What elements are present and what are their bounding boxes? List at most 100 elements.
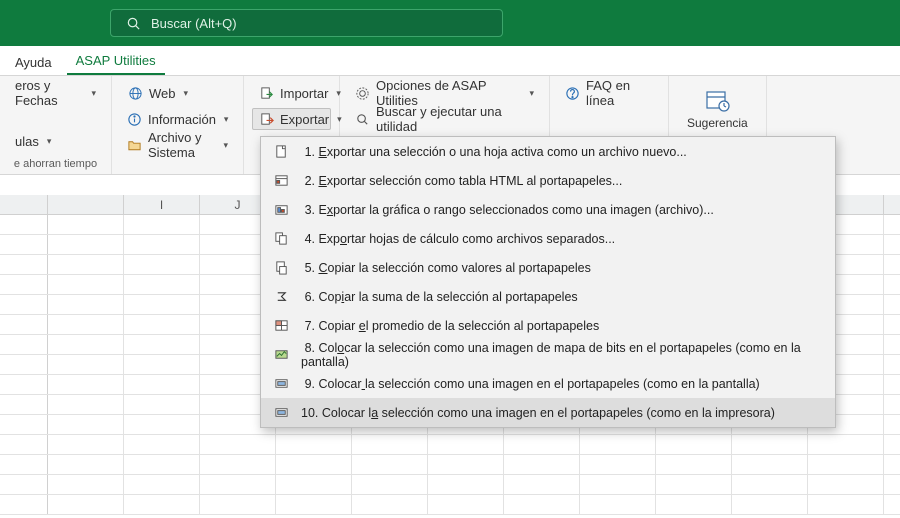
dropdown-item-5[interactable]: 5. Copiar la selección como valores al p… [261, 253, 835, 282]
grid-cell[interactable] [428, 495, 504, 514]
grid-cell[interactable] [200, 495, 276, 514]
dropdown-item-4[interactable]: 4. Exportar hojas de cálculo como archiv… [261, 224, 835, 253]
grid-cell[interactable] [808, 475, 884, 494]
grid-cell[interactable] [504, 475, 580, 494]
grid-cell[interactable] [0, 415, 48, 434]
ulas-button[interactable]: ulas▾ [8, 130, 103, 152]
exportar-button[interactable]: Exportar▾ [252, 108, 331, 130]
grid-cell[interactable] [48, 315, 124, 334]
grid-cell[interactable] [732, 495, 808, 514]
grid-cell[interactable] [276, 435, 352, 454]
grid-cell[interactable] [580, 475, 656, 494]
grid-cell[interactable] [0, 255, 48, 274]
grid-cell[interactable] [48, 435, 124, 454]
dropdown-item-7[interactable]: 7. Copiar el promedio de la selección al… [261, 311, 835, 340]
sugerencia-button[interactable]: Sugerencia [677, 82, 758, 134]
dropdown-item-6[interactable]: 6. Copiar la suma de la selección al por… [261, 282, 835, 311]
grid-cell[interactable] [580, 495, 656, 514]
grid-cell[interactable] [504, 455, 580, 474]
grid-cell[interactable] [0, 235, 48, 254]
grid-cell[interactable] [48, 255, 124, 274]
grid-cell[interactable] [48, 355, 124, 374]
grid-cell[interactable] [124, 315, 200, 334]
grid-cell[interactable] [352, 435, 428, 454]
grid-cell[interactable] [0, 375, 48, 394]
grid-cell[interactable] [200, 475, 276, 494]
grid-cell[interactable] [48, 495, 124, 514]
tab-ayuda[interactable]: Ayuda [6, 50, 61, 75]
dropdown-item-1[interactable]: 1. Exportar una selección o una hoja act… [261, 137, 835, 166]
grid-cell[interactable] [124, 335, 200, 354]
web-button[interactable]: Web▾ [120, 82, 235, 104]
grid-cell[interactable] [124, 395, 200, 414]
grid-cell[interactable] [48, 475, 124, 494]
grid-cell[interactable] [656, 495, 732, 514]
archivo-sistema-button[interactable]: Archivo y Sistema▾ [120, 134, 235, 156]
grid-cell[interactable] [124, 375, 200, 394]
grid-cell[interactable] [884, 355, 900, 374]
grid-cell[interactable] [428, 455, 504, 474]
grid-cell[interactable] [0, 435, 48, 454]
opciones-button[interactable]: Opciones de ASAP Utilities▾ [348, 82, 541, 104]
grid-cell[interactable] [124, 455, 200, 474]
grid-cell[interactable] [124, 275, 200, 294]
grid-cell[interactable] [48, 275, 124, 294]
grid-cell[interactable] [48, 375, 124, 394]
column-header[interactable] [48, 195, 124, 214]
grid-cell[interactable] [0, 315, 48, 334]
grid-cell[interactable] [124, 415, 200, 434]
grid-cell[interactable] [656, 455, 732, 474]
dropdown-item-3[interactable]: 3. Exportar la gráfica o rango seleccion… [261, 195, 835, 224]
grid-cell[interactable] [884, 215, 900, 234]
grid-cell[interactable] [884, 395, 900, 414]
grid-cell[interactable] [884, 495, 900, 514]
importar-button[interactable]: Importar▾ [252, 82, 331, 104]
grid-cell[interactable] [48, 415, 124, 434]
grid-cell[interactable] [0, 495, 48, 514]
grid-cell[interactable] [732, 475, 808, 494]
grid-cell[interactable] [884, 255, 900, 274]
grid-cell[interactable] [124, 295, 200, 314]
grid-cell[interactable] [428, 475, 504, 494]
grid-cell[interactable] [808, 455, 884, 474]
grid-cell[interactable] [808, 495, 884, 514]
grid-cell[interactable] [504, 495, 580, 514]
grid-cell[interactable] [48, 395, 124, 414]
grid-cell[interactable] [124, 215, 200, 234]
grid-cell[interactable] [884, 375, 900, 394]
grid-cell[interactable] [48, 215, 124, 234]
grid-cell[interactable] [124, 435, 200, 454]
grid-cell[interactable] [808, 435, 884, 454]
column-header[interactable]: S [884, 195, 900, 214]
numeros-y-fechas-button[interactable]: eros y Fechas▾ [8, 82, 103, 104]
grid-cell[interactable] [732, 435, 808, 454]
grid-cell[interactable] [580, 455, 656, 474]
grid-cell[interactable] [0, 455, 48, 474]
grid-cell[interactable] [732, 455, 808, 474]
grid-cell[interactable] [0, 275, 48, 294]
grid-cell[interactable] [656, 475, 732, 494]
grid-cell[interactable] [276, 495, 352, 514]
grid-cell[interactable] [200, 455, 276, 474]
dropdown-item-10[interactable]: 10. Colocar la selección como una imagen… [261, 398, 835, 427]
dropdown-item-2[interactable]: 2. Exportar selección como tabla HTML al… [261, 166, 835, 195]
grid-cell[interactable] [352, 475, 428, 494]
grid-cell[interactable] [48, 335, 124, 354]
grid-cell[interactable] [200, 435, 276, 454]
grid-cell[interactable] [352, 495, 428, 514]
grid-cell[interactable] [0, 215, 48, 234]
grid-cell[interactable] [276, 455, 352, 474]
grid-cell[interactable] [580, 435, 656, 454]
grid-cell[interactable] [48, 295, 124, 314]
grid-cell[interactable] [0, 295, 48, 314]
grid-cell[interactable] [884, 435, 900, 454]
tab-asap-utilities[interactable]: ASAP Utilities [67, 48, 165, 75]
grid-cell[interactable] [124, 475, 200, 494]
grid-cell[interactable] [884, 315, 900, 334]
search-box[interactable]: Buscar (Alt+Q) [110, 9, 503, 37]
grid-cell[interactable] [0, 335, 48, 354]
grid-cell[interactable] [0, 395, 48, 414]
grid-cell[interactable] [124, 255, 200, 274]
grid-cell[interactable] [884, 475, 900, 494]
grid-cell[interactable] [48, 235, 124, 254]
